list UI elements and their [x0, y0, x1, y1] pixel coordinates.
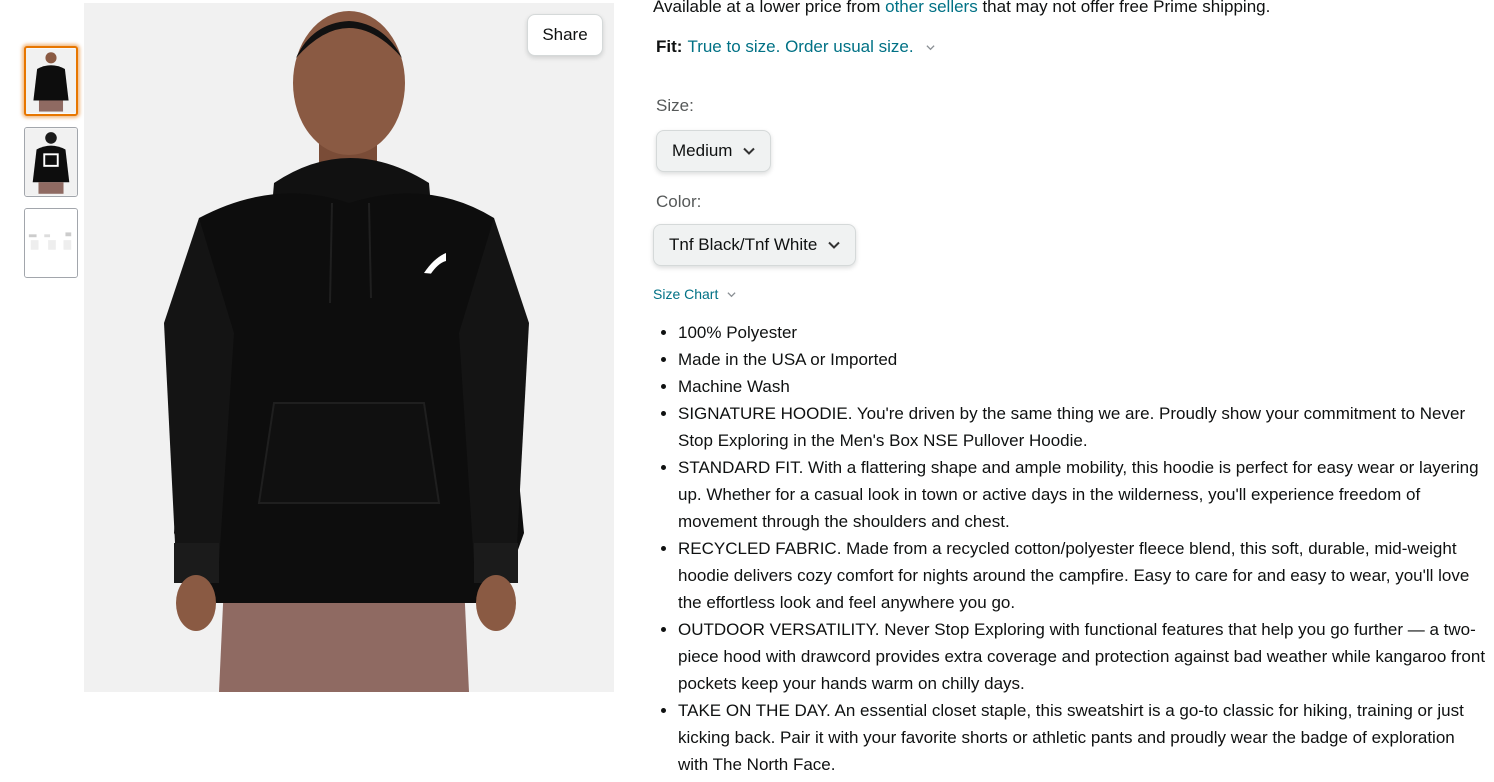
list-item: RECYCLED FABRIC. Made from a recycled co… [678, 535, 1487, 616]
main-product-image[interactable] [84, 3, 614, 692]
fit-info: Fit: True to size. Order usual size. [656, 37, 935, 57]
list-item: TAKE ON THE DAY. An essential closet sta… [678, 697, 1487, 778]
thumbnail-front-view[interactable] [24, 46, 78, 116]
fit-label: Fit: [656, 37, 683, 56]
list-item: SIGNATURE HOODIE. You're driven by the s… [678, 400, 1487, 454]
other-sellers-link[interactable]: other sellers [885, 0, 978, 16]
list-item: OUTDOOR VERSATILITY. Never Stop Explorin… [678, 616, 1487, 697]
chevron-down-icon[interactable] [925, 43, 935, 52]
thumbnail-back-view[interactable] [24, 127, 78, 197]
color-dropdown[interactable]: Tnf Black/Tnf White [653, 224, 857, 266]
thumbnail-detail-image [25, 209, 77, 277]
size-selected-value: Medium [672, 141, 733, 160]
thumbnail-back-image [25, 128, 77, 196]
size-chart-toggle[interactable]: Size Chart [653, 286, 736, 302]
thumbnail-front-image [26, 48, 76, 114]
chevron-down-icon [743, 147, 756, 155]
size-dropdown[interactable]: Medium [656, 130, 772, 172]
share-button[interactable]: Share [527, 14, 603, 56]
color-selected-value: Tnf Black/Tnf White [669, 235, 818, 254]
list-item: 100% Polyester [678, 319, 1487, 346]
lower-price-suffix: that may not offer free Prime shipping. [977, 0, 1271, 16]
list-item: Made in the USA or Imported [678, 346, 1487, 373]
size-chart-link[interactable]: Size Chart [653, 286, 718, 302]
thumbnail-detail-view[interactable] [24, 208, 78, 278]
chevron-down-icon [727, 291, 736, 297]
size-label: Size: [656, 96, 694, 115]
list-item: STANDARD FIT. With a flattering shape an… [678, 454, 1487, 535]
color-label: Color: [656, 192, 702, 211]
list-item: Machine Wash [678, 373, 1487, 400]
lower-price-prefix: Available at a lower price from [653, 0, 886, 16]
fit-value-link[interactable]: True to size. Order usual size. [687, 37, 913, 57]
feature-bullets: 100% Polyester Made in the USA or Import… [677, 319, 1487, 778]
thumbnail-strip [24, 46, 78, 289]
lower-price-notice: Available at a lower price from other se… [653, 0, 1270, 17]
hoodie-photo [84, 3, 614, 692]
chevron-down-icon [828, 241, 841, 249]
